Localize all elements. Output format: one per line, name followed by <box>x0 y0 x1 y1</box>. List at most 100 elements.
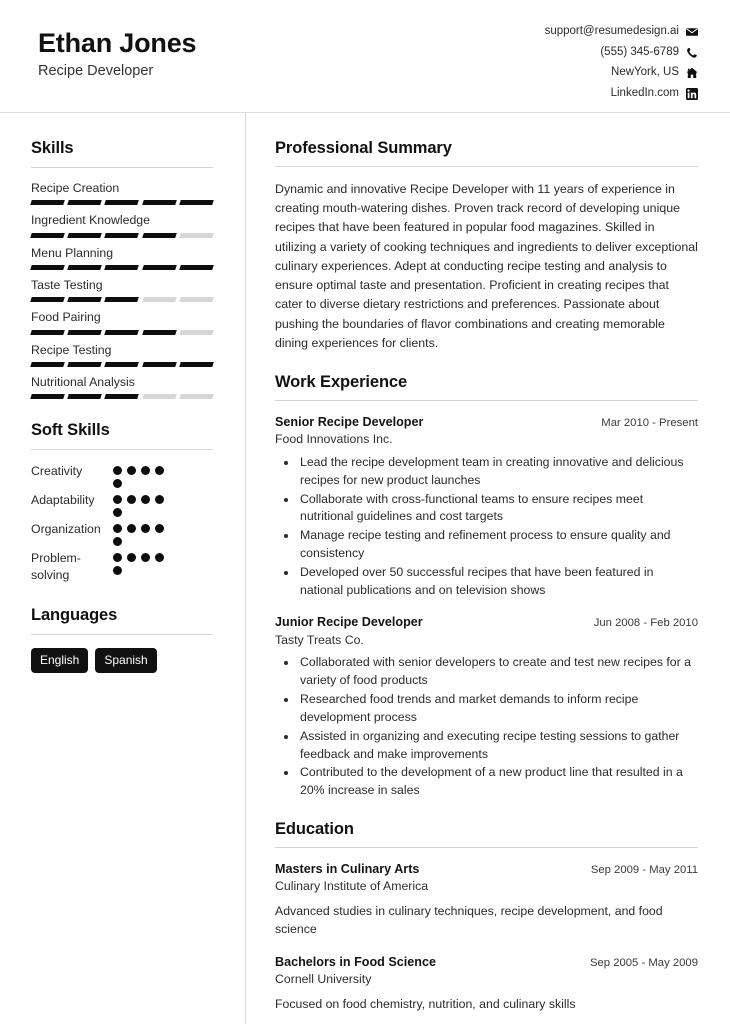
rating-dot <box>113 553 122 563</box>
skill-bar-segment <box>104 232 140 238</box>
skill-label: Ingredient Knowledge <box>31 213 150 228</box>
contact-row[interactable]: LinkedIn.com <box>545 87 698 100</box>
skill-bar-segment <box>141 232 177 238</box>
rating-dot <box>127 553 136 563</box>
candidate-name: Ethan Jones <box>38 28 197 58</box>
skill-item: Recipe Testing <box>30 343 214 368</box>
phone-icon <box>686 47 698 59</box>
skill-level-bar <box>30 297 214 303</box>
resume-header: Ethan Jones Recipe Developer support@res… <box>0 0 730 113</box>
skill-bar-segment <box>141 362 177 368</box>
skill-bar-segment <box>30 297 66 303</box>
rating-dot <box>113 524 122 534</box>
entry-title: Senior Recipe Developer <box>275 414 424 429</box>
contact-list: support@resumedesign.ai (555) 345-6789 New… <box>545 22 698 100</box>
summary-text: Dynamic and innovative Recipe Developer … <box>275 181 698 350</box>
skills-heading: Skills <box>31 139 74 157</box>
skill-label: Menu Planning <box>31 245 114 260</box>
skill-bar-segment <box>141 265 177 271</box>
skill-bar-segment <box>141 394 177 400</box>
rating-dot <box>113 495 122 505</box>
entry-description: Focused on food chemistry, nutrition, an… <box>275 996 576 1011</box>
languages-heading: Languages <box>31 605 118 624</box>
skill-level-bar <box>30 394 214 400</box>
soft-skill-item: Adaptability <box>31 492 213 518</box>
contact-row[interactable]: (555) 345-6789 <box>545 45 698 59</box>
work-divider <box>275 399 698 401</box>
soft-skill-label: Organization <box>31 522 101 537</box>
entry-bullet: Researched food trends and market demand… <box>298 691 698 727</box>
resume-entry: Junior Recipe Developer Jun 2008 - Feb 20… <box>275 614 698 800</box>
language-pill-list: English Spanish <box>31 647 213 673</box>
rating-dot <box>127 495 136 505</box>
entry-date: Mar 2010 - Present <box>601 416 698 429</box>
resume-page: Ethan Jones Recipe Developer support@res… <box>0 0 730 1024</box>
home-icon <box>686 67 698 79</box>
main-column: Professional Summary Dynamic and innovat… <box>246 113 730 1024</box>
work-heading: Work Experience <box>275 372 408 391</box>
skills-divider <box>31 166 213 168</box>
rating-dot <box>141 495 150 505</box>
rating-dot <box>141 524 150 534</box>
rating-dot <box>113 566 122 576</box>
skill-bar-segment <box>30 200 66 206</box>
skill-bar-segment <box>104 297 140 303</box>
identity-block: Ethan Jones Recipe Developer <box>38 22 197 81</box>
skill-bar-segment <box>179 297 214 303</box>
summary-divider <box>275 165 698 167</box>
skill-label: Recipe Creation <box>31 180 120 195</box>
contact-row[interactable]: support@resumedesign.ai <box>545 26 698 38</box>
rating-dot <box>113 466 122 476</box>
entry-date: Jun 2008 - Feb 2010 <box>593 617 698 630</box>
entry-organization: Culinary Institute of America <box>275 879 429 894</box>
soft-skills-heading: Soft Skills <box>31 421 110 440</box>
skill-item: Recipe Creation <box>30 180 214 206</box>
skill-bar-segment <box>141 297 177 303</box>
skill-bar-segment <box>104 200 140 206</box>
entry-organization: Cornell University <box>275 972 372 987</box>
skill-bar-segment <box>67 297 103 303</box>
rating-dot <box>155 553 164 563</box>
contact-text: (555) 345-6789 <box>600 45 679 58</box>
soft-skill-label: Problem-solving <box>31 551 81 583</box>
soft-skill-rating <box>113 550 177 576</box>
skills-list: Recipe Creation Ingredient Knowledge Menu … <box>30 180 214 400</box>
skill-bar-segment <box>104 329 140 335</box>
skill-level-bar <box>30 362 214 368</box>
rating-dot <box>155 466 164 476</box>
skill-item: Nutritional Analysis <box>30 375 214 400</box>
rating-dot <box>155 524 164 534</box>
rating-dot <box>113 479 122 489</box>
skill-label: Taste Testing <box>31 278 103 293</box>
skill-bar-segment <box>67 232 103 238</box>
skill-bar-segment <box>30 232 66 238</box>
education-entry-list: Masters in Culinary Arts Sep 2009 - May 2… <box>275 861 698 1013</box>
soft-skill-item: Organization <box>31 521 213 547</box>
skill-item: Ingredient Knowledge <box>30 213 214 238</box>
rating-dot <box>141 553 150 563</box>
language-pill[interactable]: English <box>31 647 89 673</box>
skill-level-bar <box>30 265 214 271</box>
skill-bar-segment <box>179 394 214 400</box>
entry-bullet: Lead the recipe development team in crea… <box>298 454 698 490</box>
language-pill[interactable]: Spanish <box>95 647 157 673</box>
soft-skill-label: Adaptability <box>31 493 95 508</box>
education-divider <box>275 847 698 849</box>
skill-item: Food Pairing <box>30 310 214 335</box>
skill-bar-segment <box>30 362 66 368</box>
contact-row[interactable]: NewYork, US <box>545 67 698 79</box>
skill-bar-segment <box>104 362 140 368</box>
resume-entry: Masters in Culinary Arts Sep 2009 - May 2… <box>275 861 698 939</box>
rating-dot <box>113 508 122 518</box>
education-section: Education Masters in Culinary Arts Sep 20… <box>275 820 698 1013</box>
contact-text: support@resumedesign.ai <box>544 25 679 38</box>
entry-header: Masters in Culinary Arts Sep 2009 - May 2… <box>275 861 698 877</box>
resume-entry: Senior Recipe Developer Mar 2010 - Presen… <box>275 414 698 600</box>
entry-organization: Tasty Treats Co. <box>275 632 364 647</box>
rating-dot <box>141 466 150 476</box>
skill-bar-segment <box>179 200 214 206</box>
skill-bar-segment <box>30 265 66 271</box>
professional-summary-section: Professional Summary Dynamic and innovat… <box>275 139 698 353</box>
entry-bullet: Developed over 50 successful recipes tha… <box>298 564 698 600</box>
entry-bullet: Collaborate with cross-functional teams … <box>298 491 698 527</box>
